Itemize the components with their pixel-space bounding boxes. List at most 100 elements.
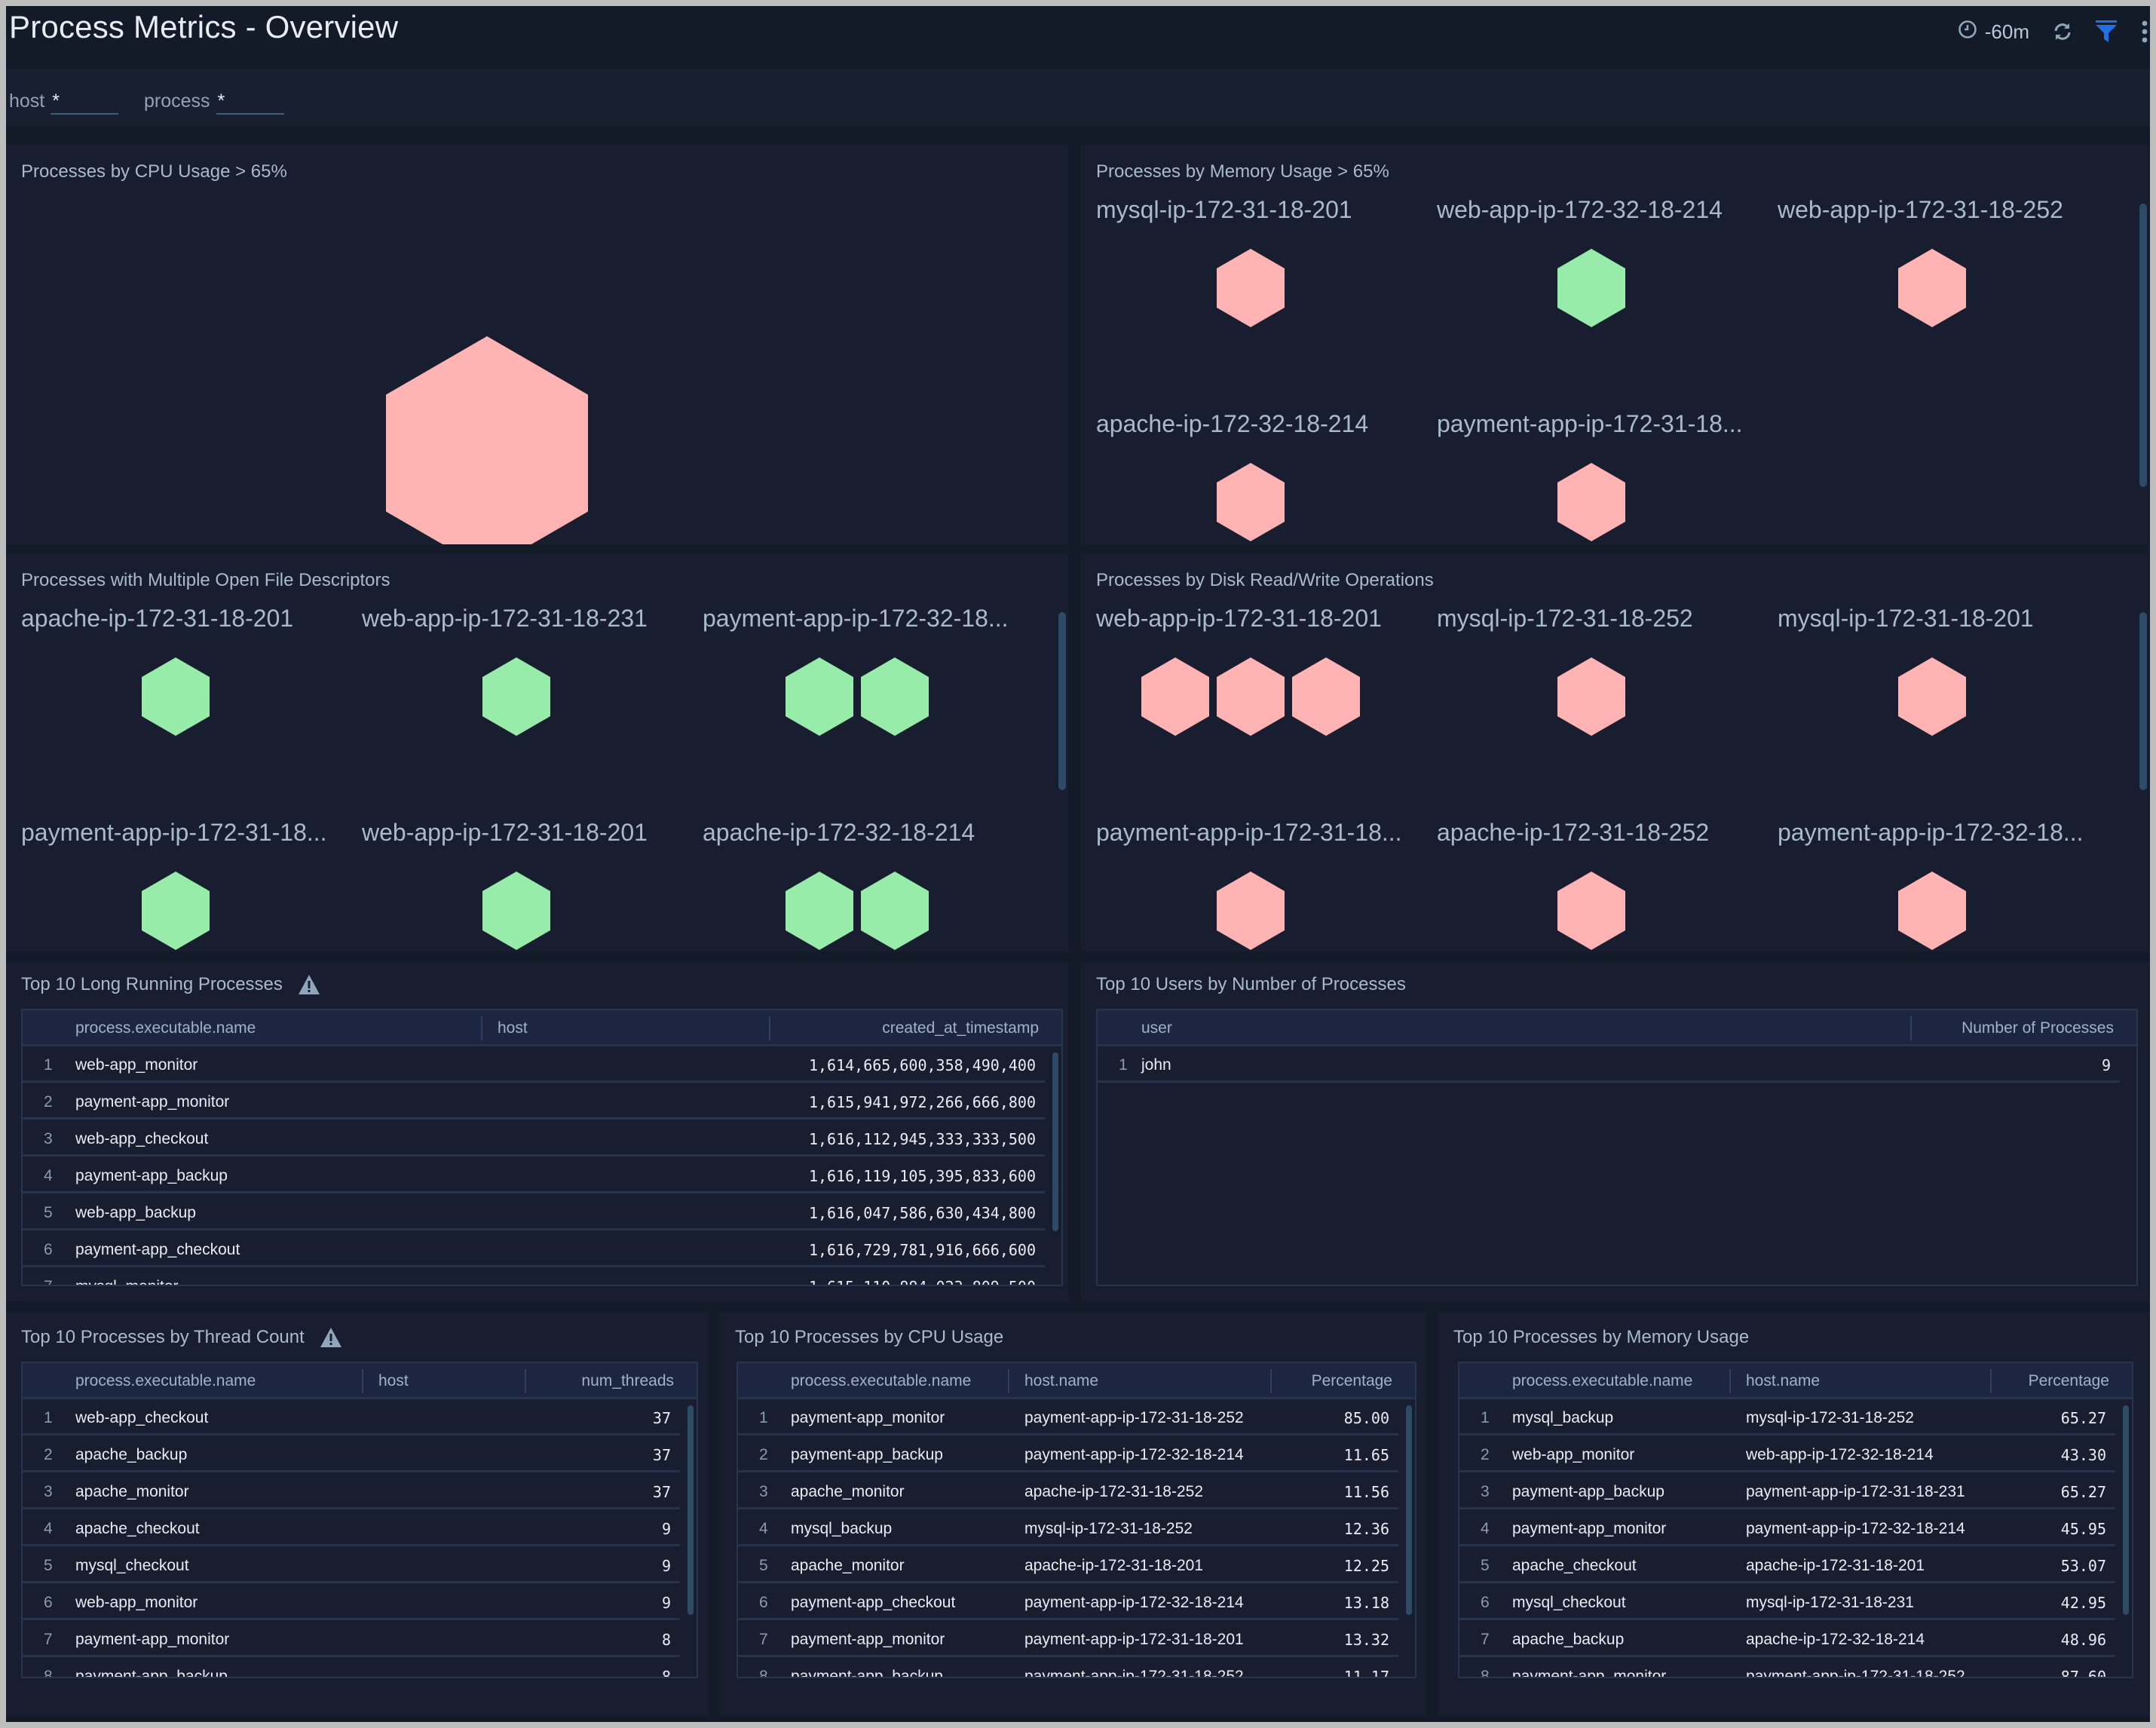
column-header[interactable]: process.executable.name [75,1363,256,1399]
table-row[interactable]: 2 web-app_monitor web-app-ip-172-32-18-214… [1459,1438,2115,1472]
honeycomb-hex[interactable] [1557,463,1625,541]
table-row[interactable]: 2 apache_backup 37 [23,1438,680,1472]
table-row[interactable]: 3 apache_monitor 37 [23,1475,680,1509]
table-row[interactable]: 1 payment-app_monitor payment-app-ip-172-3… [738,1401,1398,1435]
honeycomb-hex[interactable] [861,657,929,736]
column-header[interactable]: process.executable.name [1512,1363,1692,1399]
column-header[interactable]: Percentage [1990,1363,2129,1399]
table-row[interactable]: 6 payment-app_checkout 1,616,729,781,916,6… [23,1233,1045,1267]
table-row[interactable]: 1 mysql_backup mysql-ip-172-31-18-252 65.27 [1459,1401,2115,1435]
column-header[interactable]: process.executable.name [791,1363,971,1399]
honeycomb-hex[interactable] [142,657,210,736]
panel-cpu-table: Top 10 Processes by CPU Usage process.ex… [720,1312,1426,1716]
table-row[interactable]: 2 payment-app_backup payment-app-ip-172-32… [738,1438,1398,1472]
column-header[interactable]: process.executable.name [75,1010,256,1046]
table-cell: 12.25 [1343,1557,1389,1575]
table-row[interactable]: 5 apache_monitor apache-ip-172-31-18-201 12… [738,1549,1398,1583]
honeycomb-hex[interactable] [482,872,550,950]
table-row[interactable]: 8 payment-app_backup payment-app-ip-172-31… [738,1659,1398,1677]
scrollbar[interactable] [2123,1405,2129,1615]
honeycomb-hex[interactable] [142,872,210,950]
table-row[interactable]: 4 apache_checkout 9 [23,1512,680,1546]
honeycomb-group: apache-ip-172-32-18-214 [688,814,1027,951]
table-row[interactable]: 7 mysql_monitor 1,615,110,884,023,809,500 [23,1270,1045,1285]
honeycomb-hex[interactable] [1557,657,1625,736]
hex-row [6,872,345,950]
honeycomb-hex[interactable] [861,872,929,950]
table-row[interactable]: 7 payment-app_monitor 8 [23,1622,680,1657]
table-row[interactable]: 7 apache_backup apache-ip-172-32-18-214 48.… [1459,1622,2115,1657]
honeycomb-hex[interactable] [1557,249,1625,327]
column-header[interactable]: num_threads [525,1363,694,1399]
scrollbar[interactable] [2139,204,2147,487]
table-row[interactable]: 5 mysql_checkout 9 [23,1549,680,1583]
warning-icon[interactable] [298,974,320,995]
table-row[interactable]: 1 web-app_checkout 37 [23,1401,680,1435]
column-header[interactable]: Number of Processes [1910,1010,2133,1046]
table-row[interactable]: 8 payment-app_backup 8 [23,1659,680,1677]
filter-process-input[interactable]: * [216,90,284,115]
table-row[interactable]: 7 payment-app_monitor payment-app-ip-172-3… [738,1622,1398,1657]
honeycomb-hex[interactable] [1217,249,1285,327]
table-cell: 13.18 [1343,1594,1389,1612]
column-header[interactable]: host.name [1729,1363,1820,1399]
table-cell: 13.32 [1343,1631,1389,1649]
scrollbar[interactable] [688,1405,694,1615]
honeycomb-hex[interactable] [1217,657,1285,736]
table-row[interactable]: 4 payment-app_monitor payment-app-ip-172-3… [1459,1512,2115,1546]
table-row[interactable]: 4 mysql_backup mysql-ip-172-31-18-252 12.36 [738,1512,1398,1546]
table-cell: payment-app-ip-172-31-18-252 [1024,1668,1244,1677]
table-row[interactable]: 1 web-app_monitor 1,614,665,600,358,490,40… [23,1048,1045,1083]
table-row[interactable]: 8 payment-app_monitor payment-app-ip-172-3… [1459,1659,2115,1677]
column-header[interactable]: host [481,1010,528,1046]
table-row[interactable]: 5 apache_checkout apache-ip-172-31-18-201 5… [1459,1549,2115,1583]
column-header-label: process.executable.name [791,1372,972,1389]
table-row[interactable]: 6 payment-app_checkout payment-app-ip-172-… [738,1586,1398,1620]
table-row[interactable]: 6 mysql_checkout mysql-ip-172-31-18-231 42.… [1459,1586,2115,1620]
table-row[interactable]: 3 web-app_checkout 1,616,112,945,333,333,5… [23,1122,1045,1157]
table-row[interactable]: 2 payment-app_monitor 1,615,941,972,266,66… [23,1085,1045,1120]
panel-title: Top 10 Users by Number of Processes [1096,974,1406,994]
scrollbar[interactable] [2139,612,2147,790]
filter-host: host * [9,90,119,115]
honeycomb-hex[interactable] [1898,872,1966,950]
table-row[interactable]: 1 john 9 [1098,1048,2120,1083]
table-row[interactable]: 3 apache_monitor apache-ip-172-31-18-252 11… [738,1475,1398,1509]
honeycomb-hex[interactable] [786,872,853,950]
honeycomb-hex[interactable] [1898,249,1966,327]
honeycomb-hex[interactable] [1898,657,1966,736]
honeycomb-group-label: apache-ip-172-32-18-214 [1096,410,1369,437]
honeycomb-hex[interactable] [1141,657,1209,736]
honeycomb-group: web-app-ip-172-32-18-214 [1422,191,1761,404]
column-header-label: user [1141,1019,1172,1037]
table-row[interactable]: 3 payment-app_backup payment-app-ip-172-31… [1459,1475,2115,1509]
refresh-icon[interactable] [2052,21,2073,42]
more-vertical-icon[interactable] [2139,20,2150,43]
scrollbar[interactable] [1058,612,1066,790]
column-header[interactable]: user [1141,1010,1172,1046]
honeycomb-hex[interactable] [1217,872,1285,950]
honeycomb-hex[interactable] [1292,657,1360,736]
column-header[interactable]: host [362,1363,409,1399]
column-header[interactable]: host.name [1008,1363,1098,1399]
filter-host-input[interactable]: * [51,90,119,115]
table-row[interactable]: 4 payment-app_backup 1,616,119,105,395,833… [23,1159,1045,1193]
scrollbar[interactable] [1406,1405,1412,1615]
column-header-label: Percentage [1311,1372,1392,1389]
warning-icon[interactable] [320,1327,342,1348]
table-row[interactable]: 6 web-app_monitor 9 [23,1586,680,1620]
panel-title: Processes by Memory Usage > 65% [1096,161,1389,182]
column-header[interactable]: created_at_timestamp [769,1010,1058,1046]
column-header[interactable]: Percentage [1270,1363,1412,1399]
honeycomb-hex[interactable] [1217,463,1285,541]
time-range-picker[interactable]: -60m [1958,20,2029,44]
honeycomb-hex[interactable] [386,336,588,544]
honeycomb-hex[interactable] [482,657,550,736]
filter-icon[interactable] [2096,20,2117,43]
honeycomb-hex[interactable] [1557,872,1625,950]
honeycomb-hex[interactable] [786,657,853,736]
scrollbar[interactable] [1052,1052,1058,1231]
table-cell: 45.95 [2060,1520,2106,1538]
column-header-label: created_at_timestamp [882,1019,1039,1037]
table-row[interactable]: 5 web-app_backup 1,616,047,586,630,434,800 [23,1196,1045,1230]
